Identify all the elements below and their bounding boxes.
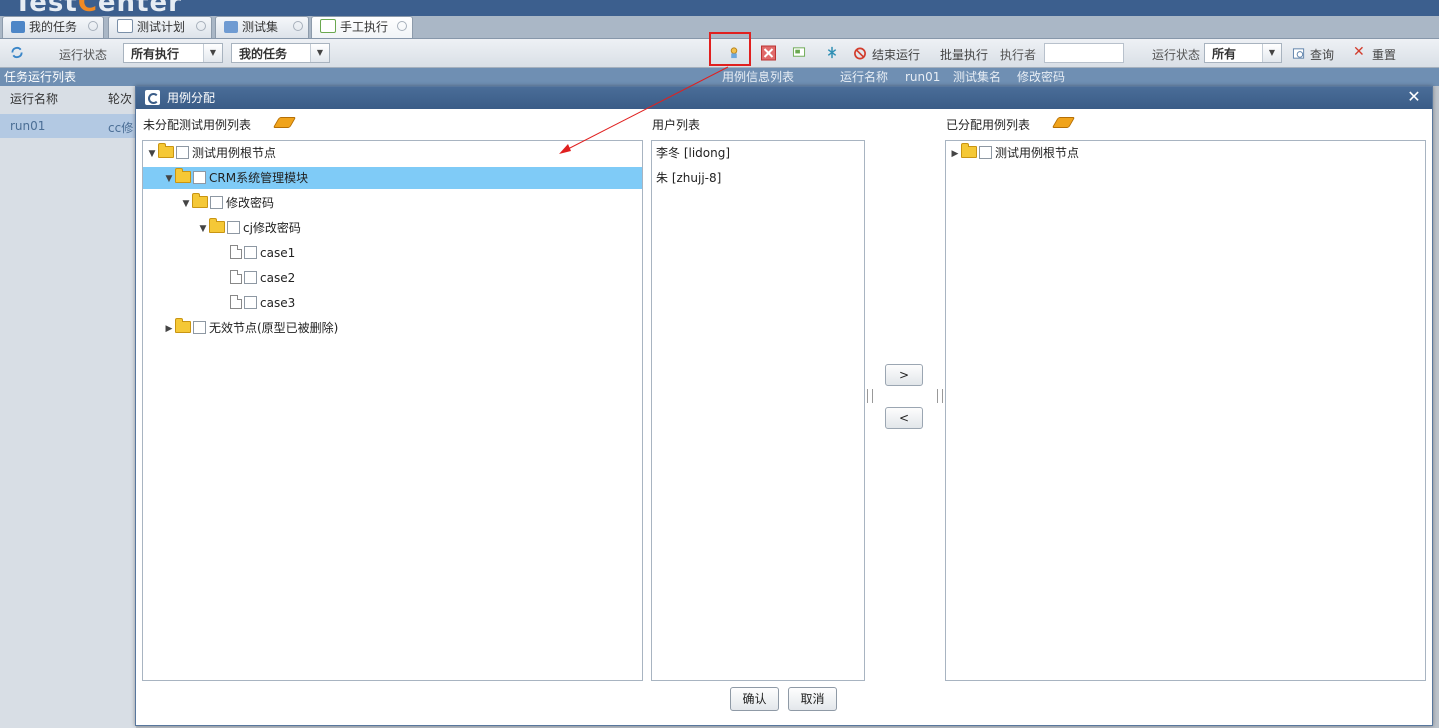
screen-icon (320, 19, 336, 33)
expand-icon[interactable]: ▼ (181, 193, 191, 215)
checkbox[interactable] (176, 146, 189, 159)
executor-input[interactable] (1044, 43, 1124, 63)
folder-icon (158, 143, 174, 158)
close-icon[interactable]: ✕ (1406, 88, 1422, 106)
app-logo: TestCenter (14, 0, 182, 16)
end-run-button[interactable]: 结束运行 (872, 46, 920, 63)
checkbox[interactable] (979, 146, 992, 159)
calendar-icon (117, 19, 133, 33)
status-select[interactable]: 所有 ▼ (1204, 43, 1282, 63)
tree-leaf[interactable]: case1 (228, 242, 295, 264)
folder-icon (209, 218, 225, 233)
clear-icon[interactable] (272, 117, 297, 128)
file-icon (230, 270, 242, 284)
dialog-title: 用例分配 (167, 91, 216, 105)
highlight-annotation (709, 32, 751, 66)
chevron-down-icon[interactable]: ▼ (1262, 44, 1281, 62)
splitter-handle[interactable] (937, 389, 943, 403)
expand-icon[interactable]: ▼ (147, 143, 157, 165)
close-icon[interactable]: ✕ (1353, 44, 1365, 60)
tab-manual-exec[interactable]: 手工执行 (311, 16, 413, 38)
checkbox[interactable] (244, 271, 257, 284)
user-list: 李冬 [lidong] 朱 [zhujj-8] (651, 140, 865, 681)
dialog-title-bar[interactable]: 用例分配 ✕ (136, 87, 1432, 109)
expand-icon[interactable]: ▼ (164, 168, 174, 190)
close-icon[interactable] (397, 21, 407, 31)
file-icon (230, 295, 242, 309)
tree-node[interactable]: ▶ 测试用例根节点 (950, 142, 1079, 164)
tree-node[interactable]: ▶ 无效节点(原型已被删除) (164, 317, 338, 339)
move-right-button[interactable]: > (885, 364, 923, 386)
tab-test-plan[interactable]: 测试计划 (108, 16, 212, 38)
query-icon[interactable] (1292, 47, 1306, 60)
tree-node-selected[interactable]: ▼ CRM系统管理模块 (143, 167, 642, 189)
unassigned-tree: ▼ 测试用例根节点 ▼ CRM系统管理模块 ▼ 修改密码 ▼ cj修改密码 case1 … (142, 140, 643, 681)
col-round[interactable]: 轮次 (108, 90, 132, 107)
cube-icon (224, 21, 238, 33)
tree-node[interactable]: ▼ 修改密码 (181, 192, 274, 214)
move-left-button[interactable]: < (885, 407, 923, 429)
tree-node[interactable]: ▼ cj修改密码 (198, 217, 301, 239)
table-row[interactable]: run01 cc修 (0, 114, 136, 138)
folder-icon (175, 318, 191, 333)
folder-icon (192, 193, 208, 208)
assigned-label: 已分配用例列表 (946, 118, 1031, 132)
assigned-tree: ▶ 测试用例根节点 (945, 140, 1426, 681)
run-status-select[interactable]: 所有执行 ▼ (123, 43, 223, 63)
query-button[interactable]: 查询 (1310, 46, 1334, 63)
folder-icon (961, 143, 977, 158)
bug-icon[interactable] (825, 46, 839, 59)
list-item[interactable]: 朱 [zhujj-8] (656, 167, 721, 189)
tab-my-tasks[interactable]: 我的任务 (2, 16, 104, 38)
checkbox[interactable] (210, 196, 223, 209)
expand-icon[interactable]: ▶ (164, 318, 174, 340)
batch-exec-button[interactable]: 批量执行 (940, 46, 988, 63)
case-assign-dialog: 用例分配 ✕ 未分配测试用例列表 用户列表 已分配用例列表 ▼ 测试用例根节点 ▼… (135, 86, 1433, 726)
expand-icon[interactable]: ▶ (950, 143, 960, 165)
tree-leaf[interactable]: case2 (228, 267, 295, 289)
file-icon (230, 245, 242, 259)
splitter-handle[interactable] (867, 389, 873, 403)
delete-icon[interactable] (760, 45, 777, 61)
checkbox[interactable] (227, 221, 240, 234)
tree-leaf[interactable]: case3 (228, 292, 295, 314)
list-item[interactable]: 李冬 [lidong] (656, 142, 730, 164)
round-cell: cc修 (108, 121, 134, 135)
screen-icon[interactable] (792, 46, 806, 59)
task-select[interactable]: 我的任务 ▼ (231, 43, 330, 63)
cancel-button[interactable]: 取消 (788, 687, 837, 711)
tree-node[interactable]: ▼ 测试用例根节点 (147, 142, 276, 164)
unassigned-label: 未分配测试用例列表 (143, 118, 252, 132)
refresh-icon[interactable] (10, 46, 24, 59)
run-name-cell: run01 (10, 119, 46, 133)
clear-icon[interactable] (1051, 117, 1076, 128)
status-label: 运行状态 (1152, 48, 1201, 62)
chevron-down-icon[interactable]: ▼ (203, 44, 222, 62)
task-icon (11, 21, 25, 33)
task-run-grid (0, 86, 136, 728)
col-run-name[interactable]: 运行名称 (10, 90, 58, 107)
reset-button[interactable]: 重置 (1372, 46, 1396, 63)
checkbox[interactable] (193, 321, 206, 334)
folder-icon (175, 168, 191, 183)
users-label: 用户列表 (652, 118, 701, 132)
checkbox[interactable] (244, 246, 257, 259)
confirm-button[interactable]: 确认 (730, 687, 779, 711)
app-header: TestCenter (0, 0, 1439, 16)
checkbox[interactable] (244, 296, 257, 309)
stop-icon[interactable] (853, 47, 867, 60)
close-icon[interactable] (88, 21, 98, 31)
expand-icon[interactable]: ▼ (198, 218, 208, 240)
case-info-strip: 用例信息列表 运行名称 run01 测试集名 修改密码 (722, 70, 1066, 84)
tab-test-set[interactable]: 测试集 (215, 16, 309, 38)
checkbox[interactable] (193, 171, 206, 184)
app-icon (145, 90, 160, 105)
close-icon[interactable] (196, 21, 206, 31)
run-status-label: 运行状态 (59, 48, 108, 62)
executor-label: 执行者 (1000, 48, 1037, 62)
close-icon[interactable] (293, 21, 303, 31)
chevron-down-icon[interactable]: ▼ (310, 44, 329, 62)
